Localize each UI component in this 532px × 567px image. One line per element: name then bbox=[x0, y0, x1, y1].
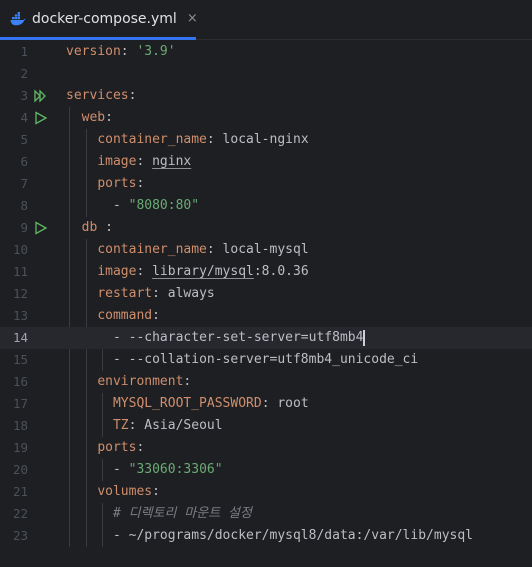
line-number: 9 bbox=[20, 220, 28, 235]
code-text: image: library/mysql:8.0.36 bbox=[97, 264, 309, 279]
line-number: 22 bbox=[12, 506, 28, 521]
line-number: 13 bbox=[12, 308, 28, 323]
code-line: 22 # 디렉토리 마운트 설정 bbox=[0, 503, 532, 525]
code-line: 9 db : bbox=[0, 217, 532, 239]
line-number: 17 bbox=[12, 396, 28, 411]
code-text: restart: always bbox=[97, 286, 215, 301]
tab-docker-compose[interactable]: docker-compose.yml × bbox=[0, 0, 198, 40]
text-caret bbox=[363, 329, 366, 346]
code-text: - --collation-server=utf8mb4_unicode_ci bbox=[66, 352, 419, 367]
line-number: 18 bbox=[12, 418, 28, 433]
line-number: 4 bbox=[20, 110, 28, 125]
code-line: 15 - --collation-server=utf8mb4_unicode_… bbox=[0, 349, 532, 371]
code-text: version: '3.9' bbox=[66, 44, 176, 59]
code-line: 20 - "33060:3306" bbox=[0, 459, 532, 481]
code-text: TZ: Asia/Seoul bbox=[112, 418, 223, 433]
code-line: 7 ports: bbox=[0, 173, 532, 195]
code-line: 2 bbox=[0, 63, 532, 85]
code-comment: # 디렉토리 마운트 설정 bbox=[112, 506, 252, 521]
line-number: 11 bbox=[12, 264, 28, 279]
line-number: 7 bbox=[20, 176, 28, 191]
code-text: container_name: local-mysql bbox=[97, 242, 309, 257]
code-text: services: bbox=[66, 88, 137, 103]
code-text: environment: bbox=[97, 374, 192, 389]
editor-window: docker-compose.yml × 1 version: '3.9' 2 … bbox=[0, 0, 532, 567]
code-text: - "8080:80" bbox=[66, 198, 200, 213]
code-text: - --character-set-server=utf8mb4 bbox=[66, 329, 366, 346]
code-editor[interactable]: 1 version: '3.9' 2 3 services: 4 web: 5 bbox=[0, 41, 532, 567]
code-text: web: bbox=[81, 110, 113, 125]
code-text: command: bbox=[97, 308, 160, 323]
code-text: - "33060:3306" bbox=[66, 462, 223, 477]
line-number: 10 bbox=[12, 242, 28, 257]
code-line: 18 TZ: Asia/Seoul bbox=[0, 415, 532, 437]
code-line: 1 version: '3.9' bbox=[0, 41, 532, 63]
code-line: 21 volumes: bbox=[0, 481, 532, 503]
code-line: 10 container_name: local-mysql bbox=[0, 239, 532, 261]
code-line: 12 restart: always bbox=[0, 283, 532, 305]
image-link[interactable]: library/mysql bbox=[152, 264, 254, 279]
code-line: 5 container_name: local-nginx bbox=[0, 129, 532, 151]
line-number: 14 bbox=[12, 330, 28, 345]
code-line: 16 environment: bbox=[0, 371, 532, 393]
line-number: 21 bbox=[12, 484, 28, 499]
close-tab-icon[interactable]: × bbox=[187, 11, 198, 26]
code-line: 13 command: bbox=[0, 305, 532, 327]
code-text: ports: bbox=[97, 176, 145, 191]
code-line: 11 image: library/mysql:8.0.36 bbox=[0, 261, 532, 283]
code-line: 23 - ~/programs/docker/mysql8/data:/var/… bbox=[0, 525, 532, 547]
code-line: 3 services: bbox=[0, 85, 532, 107]
image-link[interactable]: nginx bbox=[152, 154, 191, 169]
line-number: 3 bbox=[20, 88, 28, 103]
line-number: 15 bbox=[12, 352, 28, 367]
line-number: 20 bbox=[12, 462, 28, 477]
code-line: 19 ports: bbox=[0, 437, 532, 459]
line-number: 8 bbox=[20, 198, 28, 213]
code-text: db : bbox=[81, 220, 113, 235]
code-line: 8 - "8080:80" bbox=[0, 195, 532, 217]
line-number: 6 bbox=[20, 154, 28, 169]
code-text: image: nginx bbox=[97, 154, 192, 169]
code-text: ports: bbox=[97, 440, 145, 455]
code-text: - ~/programs/docker/mysql8/data:/var/lib… bbox=[66, 528, 473, 543]
tab-bar: docker-compose.yml × bbox=[0, 0, 532, 40]
code-line: 6 image: nginx bbox=[0, 151, 532, 173]
run-all-services-icon[interactable] bbox=[34, 89, 48, 103]
code-line: 17 MYSQL_ROOT_PASSWORD: root bbox=[0, 393, 532, 415]
code-line: 4 web: bbox=[0, 107, 532, 129]
line-number: 1 bbox=[20, 44, 28, 59]
code-text: container_name: local-nginx bbox=[97, 132, 309, 147]
code-text: MYSQL_ROOT_PASSWORD: root bbox=[112, 396, 309, 411]
line-number: 2 bbox=[20, 66, 28, 81]
code-line-current: 14 - --character-set-server=utf8mb4 bbox=[0, 327, 532, 349]
run-service-icon[interactable] bbox=[34, 221, 48, 235]
run-service-icon[interactable] bbox=[34, 111, 48, 125]
code-text: # 디렉토리 마운트 설정 bbox=[66, 503, 252, 525]
tab-label: docker-compose.yml bbox=[32, 10, 177, 27]
code-text: volumes: bbox=[97, 484, 160, 499]
docker-icon bbox=[10, 11, 26, 27]
line-number: 23 bbox=[12, 528, 28, 543]
line-number: 5 bbox=[20, 132, 28, 147]
line-number: 12 bbox=[12, 286, 28, 301]
line-number: 19 bbox=[12, 440, 28, 455]
line-number: 16 bbox=[12, 374, 28, 389]
